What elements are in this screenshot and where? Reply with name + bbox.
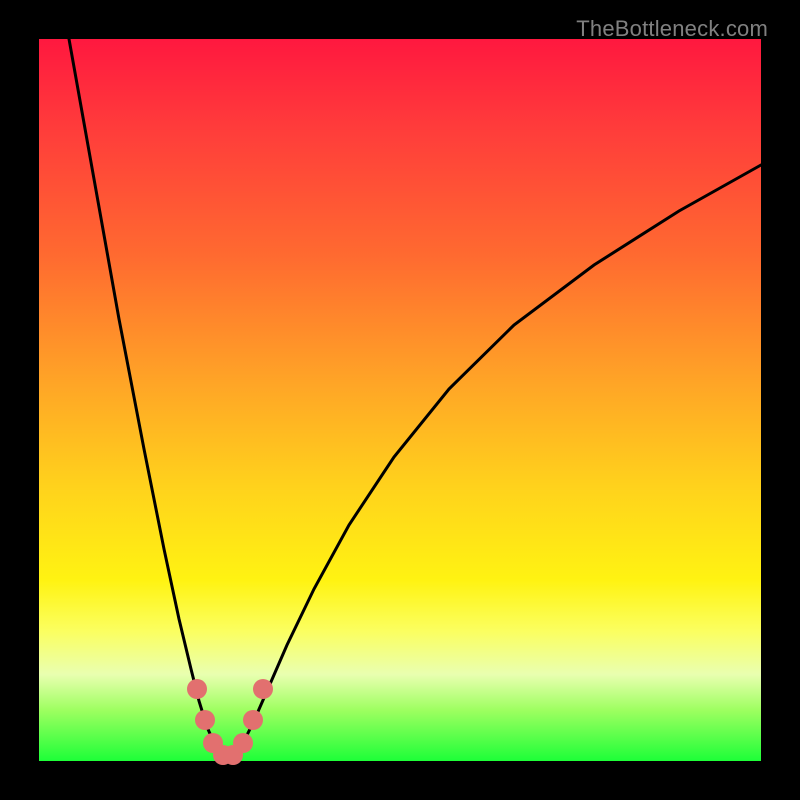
chart-frame: TheBottleneck.com (0, 0, 800, 800)
curve-marker (187, 679, 207, 699)
chart-plot-area (39, 39, 761, 761)
watermark-text: TheBottleneck.com (576, 16, 768, 42)
curve-marker (233, 733, 253, 753)
curve-marker (243, 710, 263, 730)
curve-right-branch (229, 165, 761, 760)
curve-marker-group (187, 679, 273, 765)
curve-left-branch (69, 39, 229, 760)
chart-svg (39, 39, 761, 761)
curve-marker (253, 679, 273, 699)
curve-marker (195, 710, 215, 730)
